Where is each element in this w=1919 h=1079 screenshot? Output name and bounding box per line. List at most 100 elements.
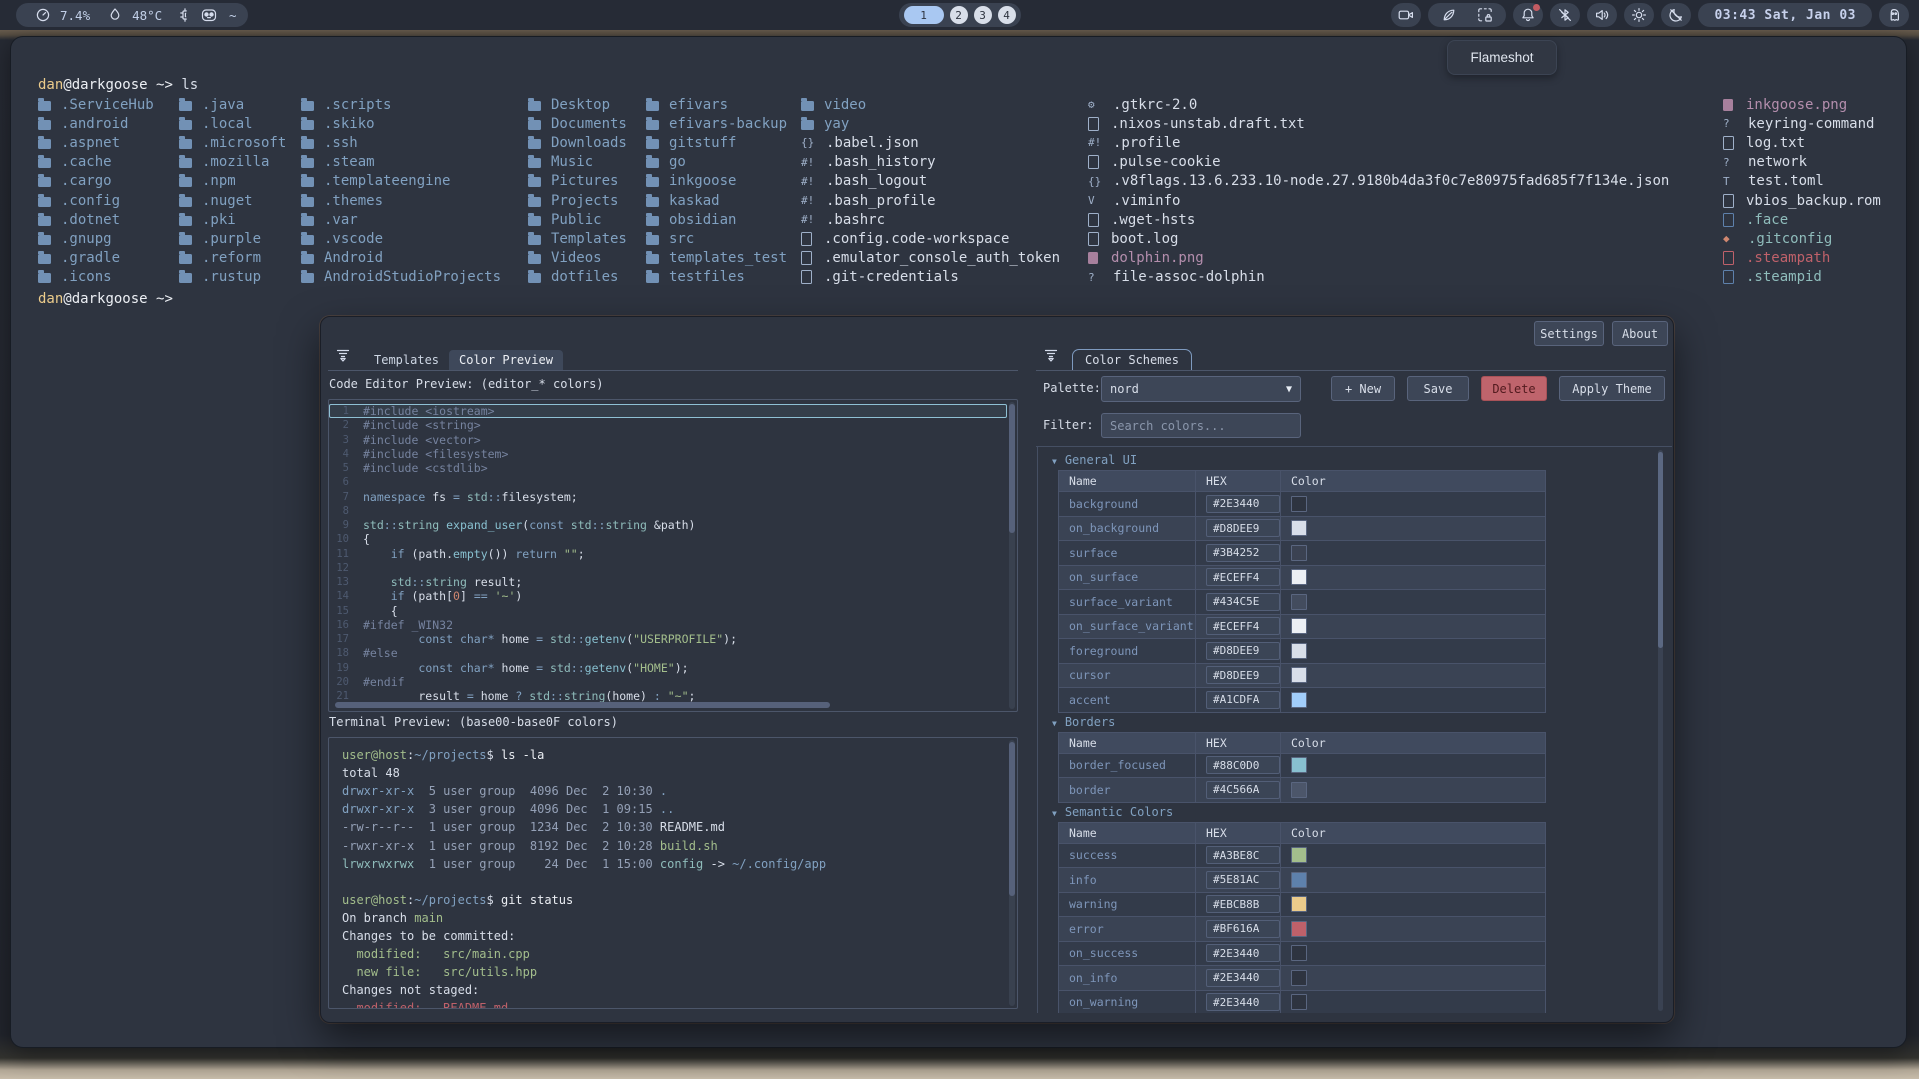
color-swatch[interactable] (1291, 896, 1307, 912)
file-name: .steampid (1746, 269, 1822, 285)
file-icon (801, 270, 815, 284)
hex-input[interactable]: #EBCB8B (1206, 895, 1280, 913)
tab-color-preview[interactable]: Color Preview (449, 350, 563, 370)
color-swatch[interactable] (1291, 594, 1307, 610)
file-icon (1088, 232, 1102, 246)
color-name: error (1069, 922, 1104, 936)
workspace-3[interactable]: 3 (974, 6, 992, 24)
file-entry: Videos (528, 249, 627, 268)
color-swatch[interactable] (1291, 692, 1307, 708)
workspace-2[interactable]: 2 (950, 6, 968, 24)
color-swatch[interactable] (1291, 872, 1307, 888)
schemes-scrollbar[interactable] (1658, 450, 1663, 1011)
new-palette-button[interactable]: + New (1331, 376, 1395, 401)
hex-input[interactable]: #BF616A (1206, 920, 1280, 938)
color-swatch[interactable] (1291, 667, 1307, 683)
section-header-borders[interactable]: ▼Borders (1052, 715, 1655, 729)
brightness-icon[interactable] (1624, 3, 1654, 27)
hex-input[interactable]: #88C0D0 (1206, 756, 1280, 774)
hex-input[interactable]: #2E3440 (1206, 495, 1280, 513)
hex-input[interactable]: #ECEFF4 (1206, 617, 1280, 635)
hex-input[interactable]: #A3BE8C (1206, 846, 1280, 864)
hex-input[interactable]: #2E3440 (1206, 944, 1280, 962)
file-name: templates_test (669, 250, 787, 266)
hex-input[interactable]: #D8DEE9 (1206, 519, 1280, 537)
color-name: foreground (1069, 644, 1138, 658)
color-swatch[interactable] (1291, 994, 1307, 1010)
editor-vertical-scrollbar[interactable] (1009, 402, 1015, 709)
file-name: Music (551, 154, 593, 170)
tray-app-icon[interactable] (1879, 3, 1909, 27)
file-name: .pki (202, 212, 236, 228)
palette-select[interactable]: nord ▼ (1101, 376, 1301, 402)
region-capture-icon[interactable] (1472, 3, 1498, 27)
section-header-semantic-colors[interactable]: ▼Semantic Colors (1052, 805, 1655, 819)
color-swatch[interactable] (1291, 545, 1307, 561)
clock[interactable]: 03:43 Sat, Jan 03 (1698, 3, 1872, 27)
file-name: .dotnet (61, 212, 120, 228)
file-name: .cache (61, 154, 112, 170)
chevron-down-icon: ▼ (1286, 384, 1292, 395)
apply-theme-button[interactable]: Apply Theme (1559, 376, 1665, 401)
collapse-filter-icon-right[interactable] (1038, 343, 1064, 367)
terminal-vertical-scrollbar[interactable] (1009, 740, 1015, 1006)
about-button[interactable]: About (1612, 321, 1668, 346)
bluetooth-off-icon[interactable] (1550, 3, 1580, 27)
flameshot-icon[interactable] (1436, 3, 1462, 27)
code-line-16: 16#ifdef _WIN32 (329, 618, 1007, 632)
hex-input[interactable]: #3B4252 (1206, 544, 1280, 562)
color-swatch[interactable] (1291, 643, 1307, 659)
hex-input[interactable]: #2E3440 (1206, 993, 1280, 1011)
ls-column-7: inkgoose.png?keyring-commandlog.txt?netw… (1723, 95, 1881, 287)
tab-color-schemes[interactable]: Color Schemes (1072, 349, 1192, 370)
color-swatch[interactable] (1291, 569, 1307, 585)
file-entry: boot.log (1088, 229, 1669, 248)
color-name: on_background (1069, 521, 1159, 535)
hex-input[interactable]: #4C566A (1206, 781, 1280, 799)
file-name: .java (202, 97, 244, 113)
shell-prompt-line: dan@darkgoose ~> ls (38, 77, 198, 93)
filter-input[interactable] (1101, 413, 1301, 438)
color-swatch[interactable] (1291, 945, 1307, 961)
distro-home-pill[interactable]: ~ (186, 3, 247, 27)
hex-input[interactable]: #2E3440 (1206, 969, 1280, 987)
screen-record-icon[interactable] (1391, 3, 1421, 27)
color-swatch[interactable] (1291, 921, 1307, 937)
workspace-4[interactable]: 4 (998, 6, 1016, 24)
settings-button[interactable]: Settings (1534, 321, 1604, 346)
hex-input[interactable]: #A1CDFA (1206, 691, 1280, 709)
volume-icon[interactable] (1587, 3, 1617, 27)
tab-templates[interactable]: Templates (364, 350, 449, 370)
file-icon (1723, 136, 1737, 150)
editor-horizontal-scrollbar[interactable] (335, 702, 830, 708)
color-swatch[interactable] (1291, 847, 1307, 863)
file-entry: #!.profile (1088, 133, 1669, 152)
hex-input[interactable]: #D8DEE9 (1206, 666, 1280, 684)
night-light-icon[interactable] (1661, 3, 1691, 27)
gear-icon: ⚙ (1088, 98, 1104, 111)
notification-bell-icon[interactable] (1513, 3, 1543, 27)
save-button[interactable]: Save (1407, 376, 1469, 401)
workspace-1[interactable]: 1 (904, 6, 944, 24)
hex-input[interactable]: #5E81AC (1206, 871, 1280, 889)
hex-input[interactable]: #D8DEE9 (1206, 642, 1280, 660)
code-editor-preview: 1#include <iostream>2#include <string>3#… (328, 399, 1018, 712)
color-swatch[interactable] (1291, 970, 1307, 986)
hex-input[interactable]: #ECEFF4 (1206, 568, 1280, 586)
delete-button[interactable]: Delete (1481, 376, 1547, 401)
file-entry: testfiles (646, 268, 787, 287)
color-name: accent (1069, 693, 1111, 707)
column-header: Color (1280, 733, 1545, 753)
section-header-general-ui[interactable]: ▼General UI (1052, 453, 1655, 467)
color-swatch[interactable] (1291, 496, 1307, 512)
color-swatch[interactable] (1291, 618, 1307, 634)
file-name: .pulse-cookie (1111, 154, 1221, 170)
color-swatch[interactable] (1291, 757, 1307, 773)
hex-input[interactable]: #434C5E (1206, 593, 1280, 611)
color-swatch[interactable] (1291, 520, 1307, 536)
theme-editor-window[interactable]: Settings About Templates Color Preview C… (320, 316, 1674, 1023)
collapse-filter-icon[interactable] (330, 343, 356, 367)
color-swatch[interactable] (1291, 782, 1307, 798)
file-name: .bash_profile (826, 193, 936, 209)
color-name: on_success (1069, 946, 1138, 960)
